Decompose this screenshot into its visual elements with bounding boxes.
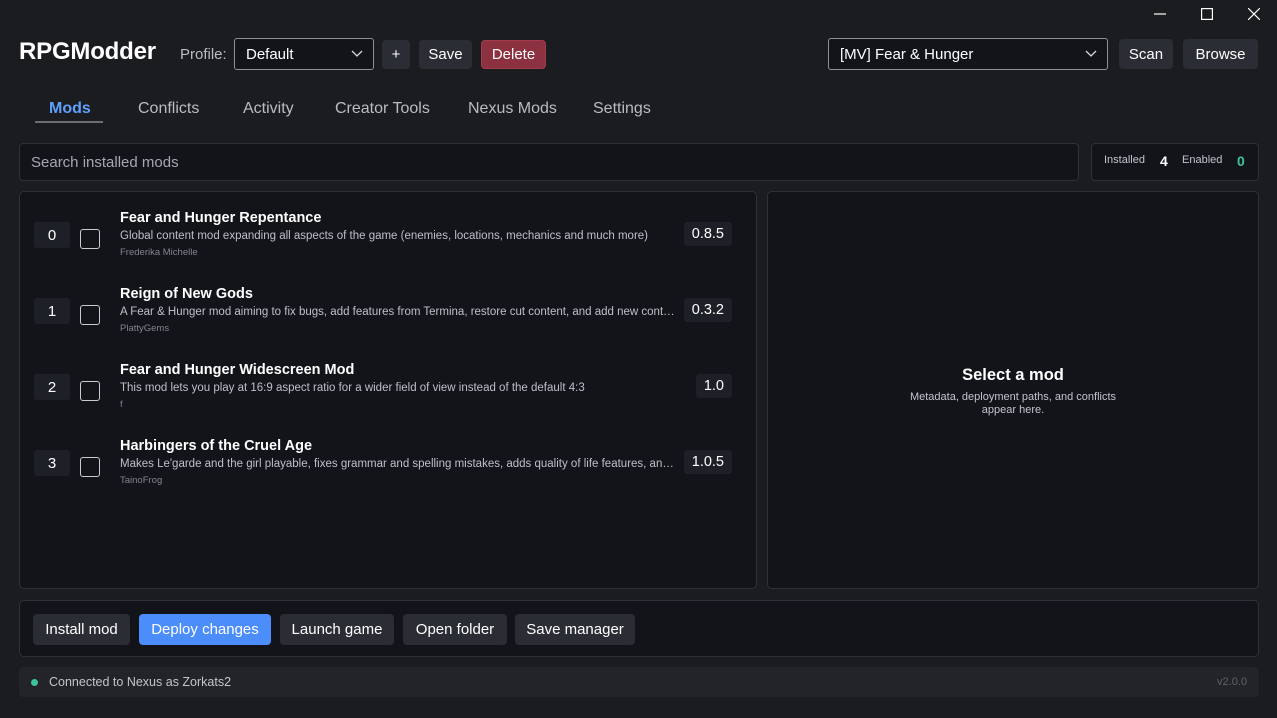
mod-name: Fear and Hunger Widescreen Mod [120, 362, 355, 378]
close-button[interactable] [1230, 0, 1277, 28]
mod-row[interactable]: 0 Fear and Hunger Repentance Global cont… [20, 198, 756, 274]
launch-game-button[interactable]: Launch game [280, 614, 394, 645]
mod-list-panel: 0 Fear and Hunger Repentance Global cont… [19, 191, 757, 589]
install-mod-button[interactable]: Install mod [33, 614, 130, 645]
mod-load-order: 2 [34, 374, 70, 400]
connection-status-text: Connected to Nexus as Zorkats2 [49, 675, 232, 689]
game-select[interactable]: [MV] Fear & Hunger [828, 38, 1108, 70]
mod-version: 0.8.5 [683, 222, 732, 246]
mod-author: PlattyGems [120, 323, 170, 334]
tab-settings[interactable]: Settings [593, 100, 651, 118]
mod-description: Global content mod expanding all aspects… [120, 230, 649, 242]
browse-button[interactable]: Browse [1183, 39, 1258, 69]
mod-version: 1.0.5 [683, 450, 732, 474]
mod-enable-checkbox[interactable] [80, 381, 100, 401]
mod-description: Makes Le'garde and the girl playable, fi… [120, 458, 676, 470]
mod-load-order: 1 [34, 298, 70, 324]
mod-enable-checkbox[interactable] [80, 229, 100, 249]
tab-conflicts[interactable]: Conflicts [138, 100, 199, 118]
mod-row[interactable]: 2 Fear and Hunger Widescreen Mod This mo… [20, 350, 756, 426]
add-profile-button[interactable]: + [382, 40, 410, 69]
mod-description: A Fear & Hunger mod aiming to fix bugs, … [120, 306, 676, 318]
mod-detail-panel: Select a mod Metadata, deployment paths,… [767, 191, 1259, 589]
mod-version: 1.0 [695, 374, 732, 398]
game-select-value: [MV] Fear & Hunger [840, 45, 974, 63]
deploy-changes-button[interactable]: Deploy changes [139, 614, 271, 645]
save-profile-button[interactable]: Save [419, 40, 472, 69]
status-bar: Connected to Nexus as Zorkats2 v2.0.0 [19, 667, 1259, 697]
mod-author: TainoFrog [120, 475, 163, 486]
mod-load-order: 0 [34, 222, 70, 248]
action-bar: Install mod Deploy changes Launch game O… [19, 600, 1259, 657]
minimize-icon [1153, 13, 1166, 15]
minimize-button[interactable] [1136, 0, 1183, 28]
mod-name: Harbingers of the Cruel Age [120, 438, 313, 454]
window-controls [1136, 0, 1277, 28]
mod-load-order: 3 [34, 450, 70, 476]
tab-activity[interactable]: Activity [243, 100, 294, 118]
app-version: v2.0.0 [1217, 676, 1247, 688]
close-icon [1247, 8, 1260, 20]
open-folder-button[interactable]: Open folder [403, 614, 507, 645]
enabled-label: Enabled [1182, 154, 1223, 166]
mod-name: Reign of New Gods [120, 286, 253, 302]
mod-name: Fear and Hunger Repentance [120, 210, 322, 226]
mod-author: Frederika Michelle [120, 247, 198, 258]
app-title: RPGModder [19, 38, 156, 65]
mod-version: 0.3.2 [683, 298, 732, 322]
mod-enable-checkbox[interactable] [80, 457, 100, 477]
detail-description-line2: appear here. [981, 404, 1045, 416]
tab-creator-tools[interactable]: Creator Tools [335, 100, 430, 118]
mod-row[interactable]: 1 Reign of New Gods A Fear & Hunger mod … [20, 274, 756, 350]
chevron-down-icon [351, 50, 363, 57]
connection-status-dot [31, 679, 38, 686]
delete-profile-button[interactable]: Delete [481, 40, 546, 69]
scan-button[interactable]: Scan [1119, 39, 1173, 69]
installed-label: Installed [1104, 154, 1145, 166]
mod-description: This mod lets you play at 16:9 aspect ra… [120, 382, 585, 394]
active-tab-indicator [35, 121, 103, 123]
profile-label: Profile: [180, 46, 227, 63]
tab-mods[interactable]: Mods [49, 100, 91, 118]
detail-description-line1: Metadata, deployment paths, and conflict… [909, 391, 1117, 403]
installed-count: 4 [1160, 153, 1168, 169]
tab-nexus-mods[interactable]: Nexus Mods [468, 100, 557, 118]
chevron-down-icon [1085, 50, 1097, 57]
mod-row[interactable]: 3 Harbingers of the Cruel Age Makes Le'g… [20, 426, 756, 502]
mod-stats: Installed 4 Enabled 0 [1091, 143, 1259, 181]
profile-select[interactable]: Default [234, 38, 374, 70]
mod-author: f [120, 399, 123, 410]
mod-enable-checkbox[interactable] [80, 305, 100, 325]
detail-title: Select a mod [962, 366, 1064, 384]
save-manager-button[interactable]: Save manager [515, 614, 635, 645]
enabled-count: 0 [1237, 153, 1245, 169]
maximize-icon [1200, 8, 1213, 20]
profile-select-value: Default [246, 45, 294, 63]
search-input[interactable]: Search installed mods [19, 143, 1079, 181]
maximize-button[interactable] [1183, 0, 1230, 28]
